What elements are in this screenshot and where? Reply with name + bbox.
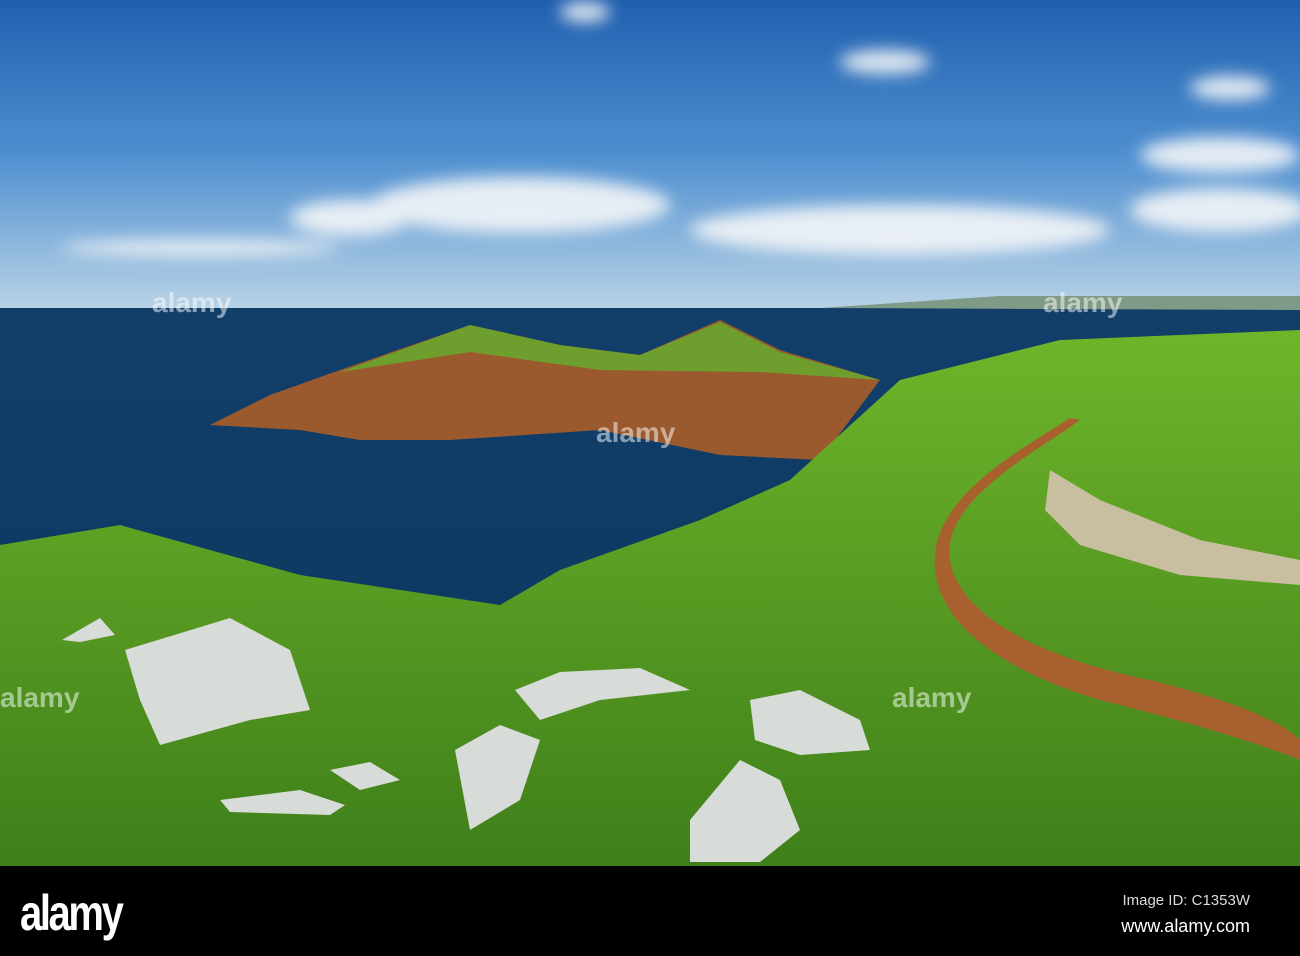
svg-text:alamy: alamy <box>1043 287 1123 318</box>
svg-text:alamy: alamy <box>892 682 972 713</box>
footer-bar: alamy Image ID: C1353W www.alamy.com <box>0 866 1300 956</box>
sky <box>0 0 1300 310</box>
alamy-logo: alamy <box>20 885 124 941</box>
image-id: Image ID: C1353W <box>1122 892 1250 909</box>
landscape-photo: alamy alamy alamy alamy alamy <box>0 0 1300 866</box>
svg-text:alamy: alamy <box>152 287 232 318</box>
site-url: www.alamy.com <box>1121 916 1250 936</box>
svg-text:alamy: alamy <box>0 682 80 713</box>
svg-text:alamy: alamy <box>596 417 676 448</box>
